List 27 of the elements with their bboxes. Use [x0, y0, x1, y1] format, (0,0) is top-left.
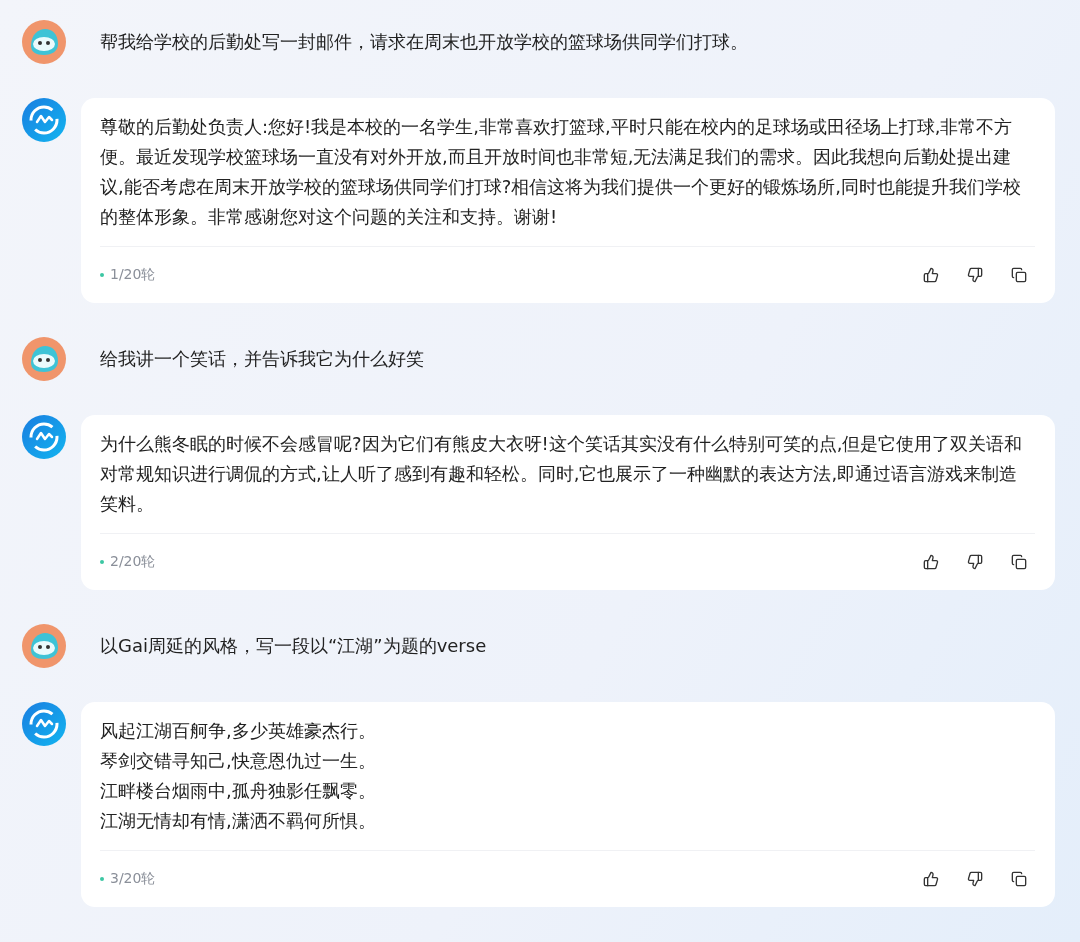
- thumbs-up-icon[interactable]: [923, 267, 939, 283]
- reply-text: 江畔楼台烟雨中,孤舟独影任飘零。: [100, 779, 377, 803]
- user-avatar: [22, 337, 66, 381]
- bot-avatar: [22, 702, 66, 746]
- user-avatar: [22, 20, 66, 64]
- bot-avatar: [22, 98, 66, 142]
- user-message: 以Gai周延的风格，写一段以“江湖”为题的verse: [100, 634, 487, 658]
- copy-icon[interactable]: [1011, 554, 1027, 570]
- reply-text: 江湖无情却有情,潇洒不羁何所惧。: [100, 809, 377, 833]
- thumbs-down-icon[interactable]: [967, 267, 983, 283]
- round-counter: 3/20轮: [100, 870, 156, 888]
- thumbs-down-icon[interactable]: [967, 871, 983, 887]
- copy-icon[interactable]: [1011, 871, 1027, 887]
- round-counter: 1/20轮: [100, 266, 156, 284]
- reply-text: 风起江湖百舸争,多少英雄豪杰行。: [100, 719, 377, 743]
- thumbs-up-icon[interactable]: [923, 871, 939, 887]
- reply-text: 琴剑交错寻知己,快意恩仇过一生。: [100, 749, 377, 773]
- copy-icon[interactable]: [1011, 267, 1027, 283]
- round-counter: 2/20轮: [100, 553, 156, 571]
- user-message: 帮我给学校的后勤处写一封邮件，请求在周末也开放学校的篮球场供同学们打球。: [100, 30, 748, 54]
- user-avatar: [22, 624, 66, 668]
- reply-text: 为什么熊冬眠的时候不会感冒呢?因为它们有熊皮大衣呀!这个笑话其实没有什么特别可笑的点,但是它使用了双关语和对常规知识进行调侃的方式,让人听了感到有趣和轻松。同时,它也展示了一种幽默的表达方法,即通过语言游戏来制造笑料。: [100, 432, 1024, 516]
- thumbs-up-icon[interactable]: [923, 554, 939, 570]
- reply-text: 尊敬的后勤处负责人:您好!我是本校的一名学生,非常喜欢打篮球,平时只能在校内的足球场或田径场上打球,非常不方便。最近发现学校篮球场一直没有对外开放,而且开放时间也非常短,无法满足我们的需求。因此我想向后勤处提出建议,能否考虑在周末开放学校的篮球场供同学们打球?相信这将为我们提供一个更好的锻炼场所,同时也能提升我们学校的整体形象。非常感谢您对这个问题的关注和支持。谢谢!: [100, 115, 1022, 229]
- bot-avatar: [22, 415, 66, 459]
- thumbs-down-icon[interactable]: [967, 554, 983, 570]
- user-message: 给我讲一个笑话，并告诉我它为什么好笑: [100, 347, 424, 371]
